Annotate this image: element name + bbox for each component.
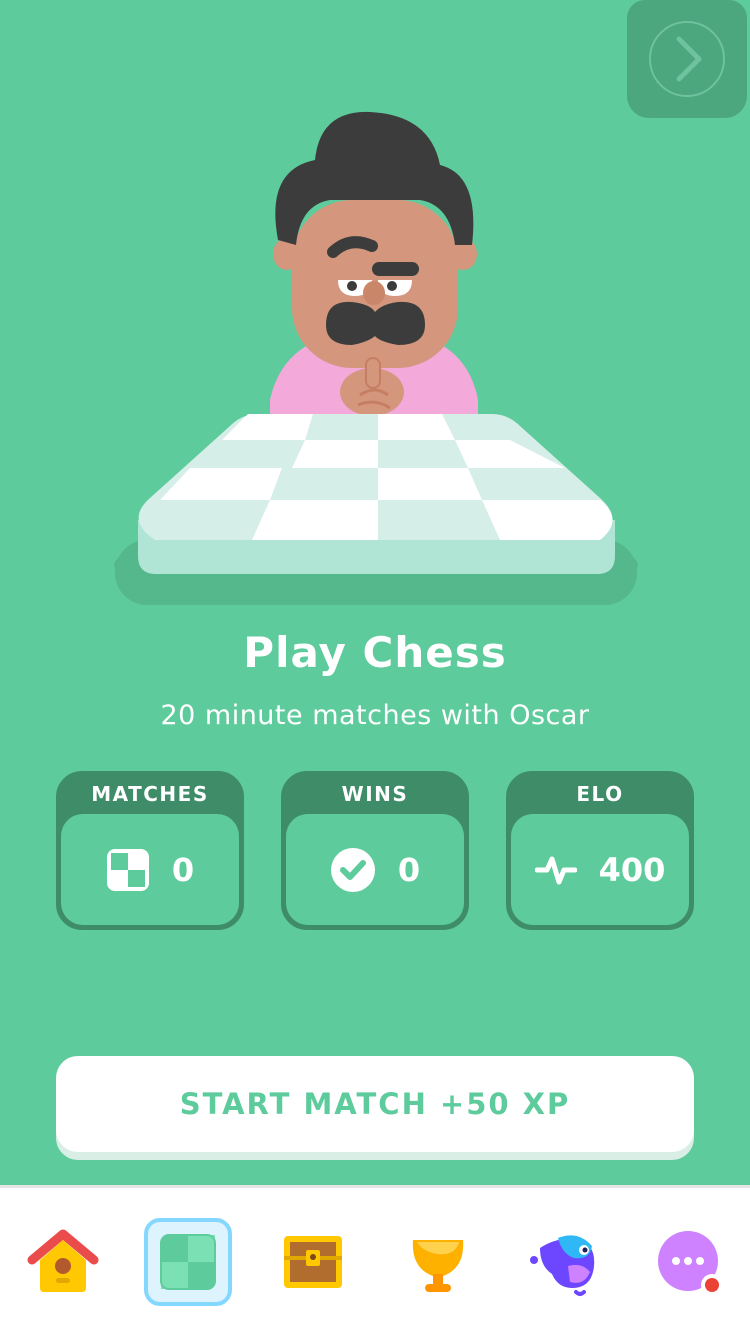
check-circle-icon [330,847,375,892]
tab-chest[interactable] [268,1216,358,1306]
tab-leaderboard[interactable] [393,1216,483,1306]
treasure-chest-icon [284,1236,342,1288]
pulse-icon [534,856,577,884]
page-subtitle: 20 minute matches with Oscar [160,700,590,731]
character-nose [363,281,385,305]
bird-character-icon [530,1235,595,1296]
chessboard-tab-icon [160,1234,216,1290]
stat-value: 0 [397,850,421,889]
tab-more[interactable] [643,1216,733,1306]
stat-value: 0 [171,850,195,889]
stat-body: 0 [286,814,464,925]
tab-home[interactable] [18,1216,108,1306]
character-pupil-left [347,281,357,291]
tab-character[interactable] [518,1216,608,1306]
stat-label: WINS [341,782,409,806]
home-icon [27,1229,99,1292]
hero-illustration [114,111,638,605]
stat-label: ELO [576,782,624,806]
main-screen: Play Chess 20 minute matches with Oscar … [0,0,750,1185]
character-thumb [365,357,381,389]
stat-card-elo: ELO 400 [506,771,694,930]
stat-body: 400 [511,814,689,925]
stat-card-matches: MATCHES 0 [56,771,244,930]
more-icon [658,1231,723,1296]
stat-value: 400 [598,850,666,889]
character-eyebrow-right [372,262,419,276]
page-title: Play Chess [243,628,507,677]
start-match-button[interactable]: START MATCH +50 XP [56,1056,694,1152]
bottom-tab-bar [0,1185,750,1334]
stat-body: 0 [61,814,239,925]
tab-chess[interactable] [144,1218,232,1306]
trophy-icon [412,1240,464,1292]
start-match-label: START MATCH +50 XP [179,1087,571,1121]
chessboard-icon [106,848,149,891]
chevron-right-icon [676,36,702,82]
stat-card-wins: WINS 0 [281,771,469,930]
stat-label: MATCHES [91,782,209,806]
character-pupil-right [387,281,397,291]
notification-badge [705,1278,719,1292]
